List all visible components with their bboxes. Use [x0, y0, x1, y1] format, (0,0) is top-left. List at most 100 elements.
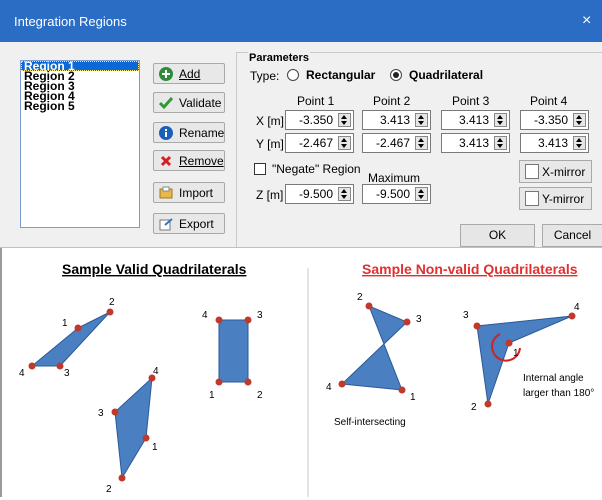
- vertex-label: 1: [209, 390, 215, 401]
- vertex-marker: [56, 362, 64, 370]
- remove-button[interactable]: Remove: [153, 150, 225, 171]
- vertex-label: 4: [19, 368, 25, 379]
- import-button[interactable]: Import: [153, 182, 225, 203]
- vertex-marker: [365, 302, 373, 310]
- spin-arrows-icon[interactable]: [494, 113, 507, 127]
- vertex-marker: [118, 474, 126, 482]
- valid-quad-triangle-like: [114, 376, 153, 480]
- negate-region-label: "Negate" Region: [272, 162, 361, 176]
- y1-input[interactable]: -2.467: [285, 133, 354, 153]
- window-titlebar: Integration Regions ×: [0, 0, 602, 42]
- vertex-marker: [473, 322, 481, 330]
- y-mirror-label: Y-mirror: [542, 191, 585, 206]
- internal-angle-caption-2: larger than 180°: [523, 388, 594, 399]
- delete-icon: [160, 155, 172, 166]
- export-button[interactable]: Export: [153, 213, 225, 234]
- valid-title: Sample Valid Quadrilaterals: [62, 261, 247, 277]
- spin-arrows-icon[interactable]: [415, 136, 428, 150]
- x1-input[interactable]: -3.350: [285, 110, 354, 130]
- spin-arrows-icon[interactable]: [415, 113, 428, 127]
- examples-svg: Sample Valid Quadrilaterals Sample Non-v…: [19, 261, 594, 497]
- close-icon[interactable]: ×: [582, 12, 602, 30]
- parameters-group-label: Parameters: [248, 52, 310, 64]
- spin-arrows-icon[interactable]: [573, 113, 586, 127]
- x-mirror-label: X-mirror: [542, 164, 586, 179]
- checkmark-icon: [159, 96, 173, 109]
- z-label: Z [m]: [256, 188, 284, 202]
- spin-arrows-icon[interactable]: [338, 187, 351, 201]
- y3-value: 3.413: [458, 136, 489, 150]
- spin-arrows-icon[interactable]: [494, 136, 507, 150]
- vertex-label: 1: [410, 392, 416, 403]
- vertex-label: 3: [257, 310, 263, 321]
- vertex-marker: [505, 339, 513, 347]
- vertex-marker: [28, 362, 36, 370]
- radio-rectangular[interactable]: [287, 69, 299, 81]
- vertex-label: 2: [109, 297, 115, 308]
- region-list[interactable]: Region 1 Region 2 Region 3 Region 4 Regi…: [20, 60, 140, 228]
- spin-arrows-icon[interactable]: [338, 136, 351, 150]
- ok-button[interactable]: OK: [460, 224, 535, 247]
- cancel-button[interactable]: Cancel: [542, 224, 602, 247]
- vertex-label: 3: [416, 314, 422, 325]
- point3-header: Point 3: [452, 94, 490, 108]
- validate-button[interactable]: Validate: [153, 92, 225, 113]
- x2-input[interactable]: 3.413: [362, 110, 431, 130]
- invalid-title: Sample Non-valid Quadrilaterals: [362, 261, 578, 277]
- mirror-icon: [525, 191, 539, 206]
- rename-button[interactable]: Rename: [153, 122, 225, 143]
- internal-angle-caption-1: Internal angle: [523, 373, 584, 384]
- type-label: Type:: [250, 69, 280, 83]
- vertex-marker: [403, 318, 411, 326]
- y1-value: -2.467: [298, 136, 333, 150]
- z-max-value: -9.500: [375, 187, 410, 201]
- spin-arrows-icon[interactable]: [338, 113, 351, 127]
- negate-region-checkbox[interactable]: [254, 163, 266, 175]
- list-item[interactable]: Region 5: [21, 100, 139, 112]
- y2-input[interactable]: -2.467: [362, 133, 431, 153]
- export-icon: [159, 217, 173, 230]
- add-label: Add: [179, 66, 201, 81]
- folder-open-icon: [159, 186, 173, 198]
- vertex-label: 3: [98, 408, 104, 419]
- z-max-input[interactable]: -9.500: [362, 184, 431, 204]
- spin-arrows-icon[interactable]: [415, 187, 428, 201]
- import-label: Import: [179, 185, 214, 200]
- y2-value: -2.467: [375, 136, 410, 150]
- y-mirror-button[interactable]: Y-mirror: [519, 187, 592, 210]
- vertex-marker: [111, 408, 119, 416]
- vertex-label: 2: [106, 484, 112, 495]
- x1-value: -3.350: [298, 113, 333, 127]
- quadrilateral-examples-figure: Sample Valid Quadrilaterals Sample Non-v…: [0, 248, 602, 497]
- y3-input[interactable]: 3.413: [441, 133, 510, 153]
- quadrilateral-label: Quadrilateral: [409, 68, 484, 82]
- vertex-marker: [215, 316, 223, 324]
- mirror-icon: [525, 164, 539, 179]
- vertex-marker: [142, 434, 150, 442]
- x-mirror-button[interactable]: X-mirror: [519, 160, 592, 183]
- vertex-marker: [244, 316, 252, 324]
- z-min-input[interactable]: -9.500: [285, 184, 354, 204]
- x2-value: 3.413: [379, 113, 410, 127]
- vertex-label: 1: [513, 348, 519, 359]
- vertex-label: 4: [326, 382, 332, 393]
- spin-arrows-icon[interactable]: [573, 136, 586, 150]
- dialog-client-area: Region 1 Region 2 Region 3 Region 4 Regi…: [0, 42, 602, 252]
- vertex-marker: [244, 378, 252, 386]
- vertex-label: 2: [357, 292, 363, 303]
- vertex-label: 3: [64, 368, 70, 379]
- add-button[interactable]: Add: [153, 63, 225, 84]
- rectangular-label: Rectangular: [306, 68, 376, 82]
- valid-quad-sliver: [30, 311, 111, 367]
- window-title: Integration Regions: [14, 14, 127, 29]
- info-icon: [159, 125, 173, 140]
- vertex-marker: [215, 378, 223, 386]
- x3-input[interactable]: 3.413: [441, 110, 510, 130]
- y-label: Y [m]: [256, 137, 284, 151]
- vertex-label: 1: [62, 318, 68, 329]
- point4-header: Point 4: [530, 94, 568, 108]
- y4-input[interactable]: 3.413: [520, 133, 589, 153]
- validate-label: Validate: [179, 95, 222, 110]
- x4-input[interactable]: -3.350: [520, 110, 589, 130]
- radio-quadrilateral[interactable]: [390, 69, 402, 81]
